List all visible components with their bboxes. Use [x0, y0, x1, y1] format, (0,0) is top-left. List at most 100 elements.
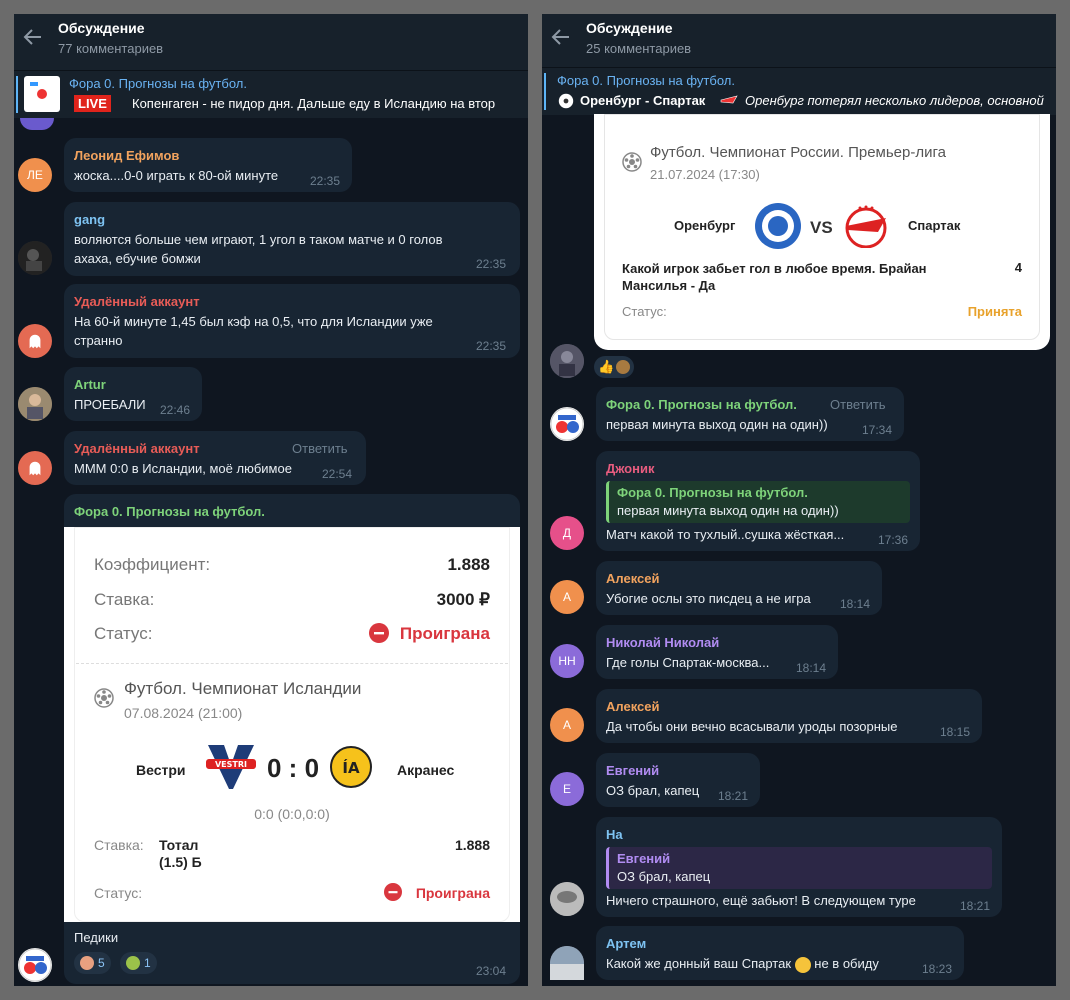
reply-quote[interactable]: Фора 0. Прогнозы на футбол. первая минут…: [606, 481, 910, 523]
message-bubble: Удалённый аккаунт Ответить МММ 0:0 в Исл…: [64, 431, 366, 485]
reply-button[interactable]: Ответить: [830, 397, 886, 412]
message-bubble: Николай Николай Где голы Спартак-москва.…: [596, 625, 838, 679]
pinned-text: Копенгаген - не пидор дня. Дальше еду в …: [132, 96, 496, 111]
avatar[interactable]: А: [550, 580, 584, 614]
message-time: 22:35: [310, 174, 341, 188]
message-bubble: На Евгений ОЗ брал, капец Ничего страшно…: [596, 817, 1002, 917]
message-time: 22:54: [322, 467, 353, 481]
status-value: Проиграна: [415, 885, 490, 901]
bet-slip-card[interactable]: Футбол. Чемпионат России. Премьер-лига 2…: [594, 114, 1050, 350]
live-badge: LIVE: [74, 95, 111, 112]
bet-slip-card[interactable]: Коэффициент: 1.888 Ставка: 3000 ₽ Статус…: [64, 527, 520, 922]
message-bubble: Леонид Ефимов жоска....0-0 играть к 80-о…: [64, 138, 352, 192]
football-icon: [94, 688, 114, 708]
message-text-part: Какой же донный ваш Спартак: [606, 956, 792, 971]
message-time: 18:21: [960, 899, 991, 913]
message-author[interactable]: gang: [74, 212, 105, 227]
message-text: МММ 0:0 в Исландии, моё любимое: [74, 461, 292, 476]
avatar[interactable]: НН: [550, 644, 584, 678]
bet-label: Ставка:: [94, 837, 144, 853]
message-time: 18:15: [940, 725, 971, 739]
avatar[interactable]: Д: [550, 516, 584, 550]
back-arrow-icon[interactable]: [22, 26, 44, 48]
half-scores: 0:0 (0:0,0:0): [254, 806, 330, 822]
avatar[interactable]: Е: [550, 772, 584, 806]
reaction-button[interactable]: 1: [120, 952, 157, 974]
message-text: ОЗ брал, капец: [606, 783, 700, 798]
message-author[interactable]: На: [606, 827, 623, 842]
left-chat-panel: Обсуждение 77 комментариев Фора 0. Прогн…: [14, 14, 528, 986]
message-author[interactable]: Николай Николай: [606, 635, 719, 650]
ghost-icon: [29, 461, 41, 476]
avatar[interactable]: [18, 387, 52, 421]
stake-label: Ставка:: [94, 590, 155, 609]
spartak-mini-icon: [720, 95, 738, 104]
message-text: Где голы Спартак-москва...: [606, 655, 770, 670]
avatar[interactable]: [18, 241, 52, 275]
back-arrow-icon[interactable]: [550, 26, 572, 48]
worried-face-emoji-icon: [794, 956, 811, 973]
divider: [76, 663, 508, 664]
chat-header: Обсуждение 77 комментариев: [14, 14, 528, 70]
channel-logo-icon: [18, 948, 52, 982]
bet-coef: 4: [1014, 260, 1022, 275]
quote-author: Евгений: [617, 851, 671, 866]
reaction-button[interactable]: 5: [74, 952, 111, 974]
reply-button[interactable]: Ответить: [292, 441, 348, 456]
avatar[interactable]: [550, 946, 584, 980]
coef-label: Коэффициент:: [94, 555, 211, 574]
channel-avatar[interactable]: [18, 948, 52, 982]
deleted-account-avatar[interactable]: [18, 324, 52, 358]
message-bubble: Алексей Да чтобы они вечно всасывали уро…: [596, 689, 982, 743]
message-author[interactable]: Алексей: [606, 571, 660, 586]
pinned-message[interactable]: Фора 0. Прогнозы на футбол. Оренбург - С…: [542, 67, 1056, 115]
message-time: 17:36: [878, 533, 909, 547]
user-photo-icon: [550, 946, 584, 980]
message-author[interactable]: Алексей: [606, 699, 660, 714]
pin-bar: [544, 73, 546, 110]
message-author[interactable]: Леонид Ефимов: [74, 148, 179, 163]
message-bubble: gang воляются больше чем играют, 1 угол …: [64, 202, 520, 276]
right-chat-panel: Обсуждение 25 комментариев Фора 0. Прогн…: [542, 14, 1056, 986]
avatar[interactable]: А: [550, 708, 584, 742]
message-author[interactable]: Евгений: [606, 763, 659, 778]
thumbs-up-icon: 👍: [598, 359, 615, 374]
reaction-count: 5: [98, 956, 105, 970]
reply-quote[interactable]: Евгений ОЗ брал, капец: [606, 847, 992, 889]
message-time: 18:21: [718, 789, 749, 803]
user-photo-icon: [18, 241, 52, 275]
channel-name[interactable]: Фора 0. Прогнозы на футбол.: [74, 504, 265, 519]
home-team: Вестри: [136, 762, 186, 778]
message-bubble: Евгений ОЗ брал, капец 18:21: [596, 753, 760, 807]
message-time: 22:46: [160, 403, 191, 417]
message-time: 22:35: [476, 339, 507, 353]
away-team: Акранес: [397, 762, 455, 778]
message-author[interactable]: Джоник: [606, 461, 654, 476]
message-author[interactable]: Удалённый аккаунт: [74, 441, 200, 456]
comment-count: 77 комментариев: [58, 41, 164, 56]
orenburg-logo-icon: [755, 203, 801, 249]
status-label: Статус:: [94, 624, 153, 643]
message-author[interactable]: Артем: [606, 936, 646, 951]
pinned-message[interactable]: Фора 0. Прогнозы на футбол. LIVE Копенга…: [14, 70, 528, 118]
channel-avatar[interactable]: [550, 407, 584, 441]
akranes-badge-text: ÍA: [342, 758, 360, 777]
message-bubble: Артем Какой же донный ваш Спартак не в о…: [596, 926, 964, 980]
message-author[interactable]: Фора 0. Прогнозы на футбол.: [606, 397, 797, 412]
coef-value: 1.888: [447, 555, 490, 574]
avatar[interactable]: ЛЕ: [18, 158, 52, 192]
message-text-part: не в обиду: [814, 956, 879, 971]
vestri-logo-icon: VESTRI: [206, 745, 256, 789]
channel-thumbnail-icon: [24, 76, 60, 112]
avatar[interactable]: [550, 882, 584, 916]
message-time: 23:04: [476, 964, 507, 978]
status-label: Статус:: [94, 885, 143, 901]
avatar[interactable]: [550, 344, 584, 378]
message-text: Да чтобы они вечно всасывали уроды позор…: [606, 719, 898, 734]
message-author[interactable]: Artur: [74, 377, 106, 392]
message-author[interactable]: Удалённый аккаунт: [74, 294, 200, 309]
deleted-account-avatar[interactable]: [18, 451, 52, 485]
message-bubble: Алексей Убогие ослы это писдец а не игра…: [596, 561, 882, 615]
message-time: 18:23: [922, 962, 953, 976]
reaction-button[interactable]: 👍: [594, 356, 635, 378]
